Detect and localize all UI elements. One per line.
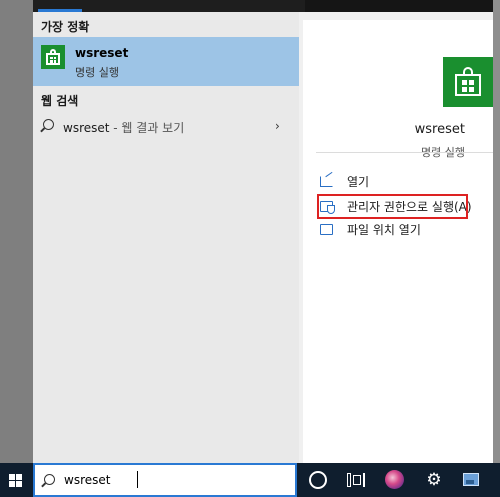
panel-top-strip — [33, 0, 493, 12]
taskbar: wsreset ⚙ — [0, 463, 500, 497]
browser-app-icon[interactable] — [385, 470, 404, 489]
details-pane: wsreset 명령 실행 — [303, 20, 493, 463]
details-title: wsreset — [414, 122, 465, 137]
store-app-large-icon — [443, 57, 493, 107]
web-search-query: wsreset — [63, 121, 110, 135]
action-open[interactable]: 열기 — [320, 172, 369, 190]
search-icon — [43, 119, 54, 130]
web-search-suffix: - 웹 결과 보기 — [109, 121, 185, 135]
cortana-icon[interactable] — [309, 471, 327, 489]
web-search-header: 웹 검색 — [41, 94, 79, 108]
best-match-title: wsreset — [75, 46, 129, 60]
action-open-file-location[interactable]: 파일 위치 열기 — [320, 220, 421, 238]
search-results-panel: 가장 정확 wsreset 명령 실행 웹 검색 wsreset - 웹 결과 … — [33, 0, 493, 463]
task-view-icon[interactable] — [347, 471, 365, 489]
open-icon — [320, 175, 333, 187]
details-divider — [316, 152, 493, 153]
store-app-icon — [41, 45, 65, 69]
taskbar-search-box[interactable]: wsreset — [33, 463, 297, 497]
web-search-text: wsreset - 웹 결과 보기 — [63, 119, 184, 136]
best-match-header: 가장 정확 — [41, 20, 90, 34]
settings-gear-icon[interactable]: ⚙ — [425, 471, 443, 489]
action-open-file-location-label: 파일 위치 열기 — [347, 222, 421, 237]
chevron-right-icon[interactable]: › — [275, 119, 280, 133]
highlight-annotation-box — [317, 194, 468, 219]
action-open-label: 열기 — [347, 174, 370, 189]
best-match-subtitle: 명령 실행 — [75, 66, 119, 79]
photos-icon[interactable] — [463, 473, 479, 486]
top-strip-right — [305, 0, 493, 12]
search-input[interactable]: wsreset — [64, 473, 110, 487]
best-match-result-wsreset[interactable]: wsreset 명령 실행 — [33, 37, 299, 86]
folder-icon — [320, 223, 333, 235]
desktop-background-left — [0, 0, 33, 463]
windows-start-icon[interactable] — [9, 474, 22, 487]
web-search-result[interactable]: wsreset - 웹 결과 보기 › — [33, 113, 299, 139]
search-icon — [44, 474, 55, 485]
desktop-background-right — [493, 0, 500, 463]
text-caret — [137, 471, 138, 488]
